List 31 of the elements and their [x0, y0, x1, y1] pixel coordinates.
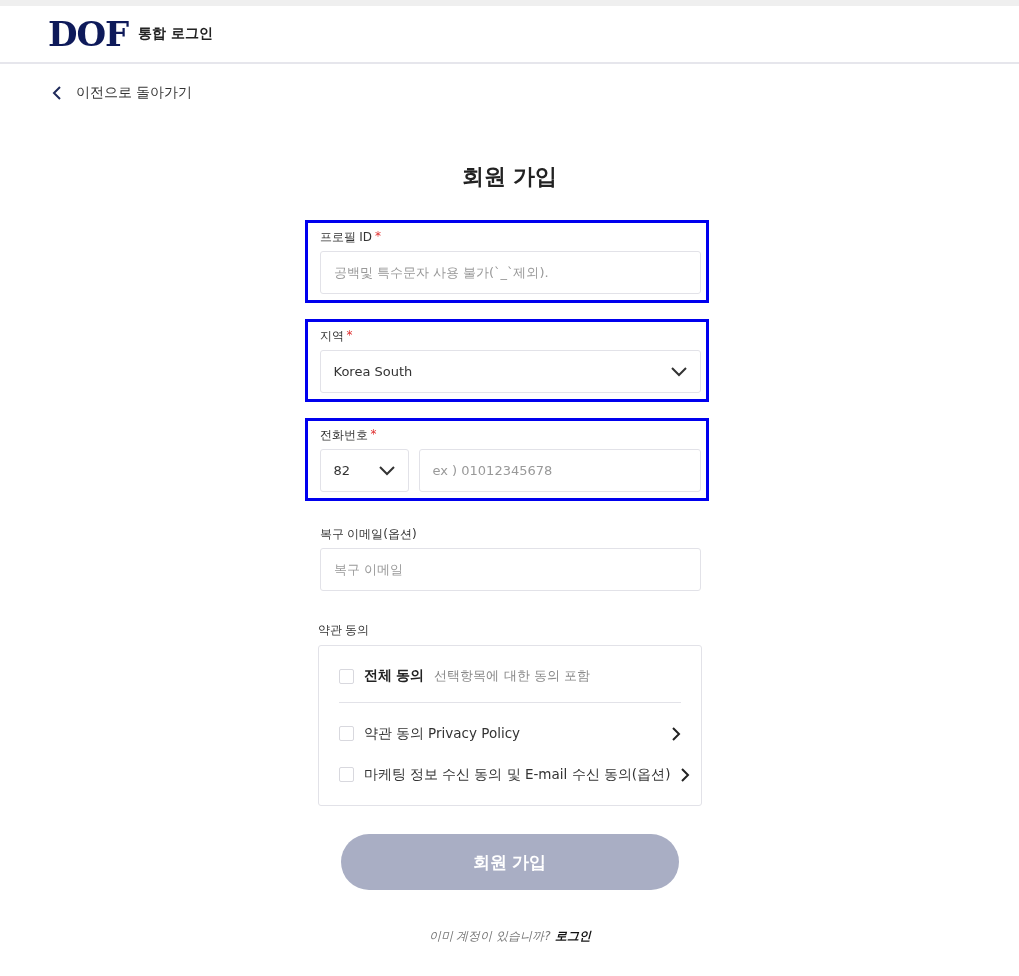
input-field[interactable]: 공백및 특수문자 사용 불가(`_`제외).: [319, 251, 701, 294]
required-mark: *: [370, 427, 377, 443]
field-label: 지역: [319, 328, 344, 345]
chevron-right-icon[interactable]: [670, 725, 681, 742]
agree-all-label: 전체 동의: [363, 667, 425, 685]
phone-input[interactable]: ex ) 01012345678: [418, 449, 701, 492]
checkbox[interactable]: [338, 726, 354, 741]
chevron-down-icon: [378, 465, 395, 476]
checkbox[interactable]: [338, 668, 354, 684]
logo: DOF: [48, 17, 129, 51]
required-mark: *: [375, 229, 382, 245]
login-link[interactable]: 로그인: [554, 929, 591, 943]
chevron-right-icon[interactable]: [680, 766, 691, 783]
input-field[interactable]: 복구 이메일: [319, 548, 701, 591]
header-title: 통합 로그인: [138, 25, 214, 43]
field-label: 복구 이메일(옵션): [319, 526, 417, 543]
back-link[interactable]: 이전으로 돌아가기: [52, 84, 193, 102]
checkbox[interactable]: [338, 767, 354, 782]
region-select[interactable]: Korea South: [319, 350, 701, 393]
terms-item-label: 약관 동의 Privacy Policy: [363, 724, 522, 743]
terms-label: 약관 동의: [317, 622, 371, 639]
chevron-down-icon: [670, 366, 687, 377]
page-title: 회원 가입: [460, 163, 559, 191]
chevron-left-icon: [52, 85, 62, 101]
country-code-select[interactable]: 82: [319, 449, 409, 492]
agree-all-note: 선택항목에 대한 동의 포함: [434, 667, 590, 685]
field-label: 프로필 ID: [319, 229, 373, 246]
required-mark: *: [346, 328, 353, 344]
terms-item-label: 마케팅 정보 수신 동의 및 E-mail 수신 동의(옵션): [363, 765, 671, 784]
field-label: 전화번호: [319, 427, 368, 444]
login-prompt: 이미 계정이 있습니까?: [428, 929, 551, 943]
